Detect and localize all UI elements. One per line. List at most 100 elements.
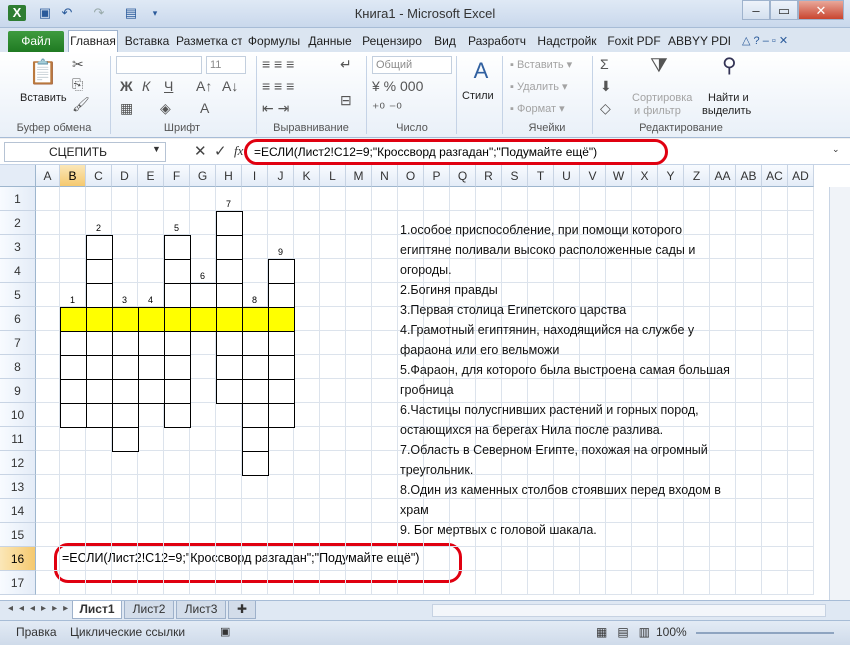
- borders-icon[interactable]: ▦: [120, 100, 133, 116]
- column-header-a[interactable]: A: [36, 165, 60, 187]
- column-header-d[interactable]: D: [112, 165, 138, 187]
- find-select-label-2[interactable]: выделить: [702, 105, 751, 117]
- insert-function-icon[interactable]: fx: [234, 143, 243, 159]
- find-select-label-1[interactable]: Найти и: [708, 92, 749, 104]
- tab-view[interactable]: Вид: [430, 31, 460, 52]
- crossword-cell[interactable]: [138, 331, 165, 356]
- column-header-q[interactable]: Q: [450, 165, 476, 187]
- column-header-s[interactable]: S: [502, 165, 528, 187]
- row-header-15[interactable]: 15: [0, 523, 36, 547]
- column-header-v[interactable]: V: [580, 165, 606, 187]
- tab-page-layout[interactable]: Разметка ст: [176, 31, 242, 52]
- crossword-cell[interactable]: [242, 307, 269, 332]
- column-header-y[interactable]: Y: [658, 165, 684, 187]
- crossword-cell[interactable]: [216, 307, 243, 332]
- format-cells-button[interactable]: ▪ Формат ▾: [510, 102, 565, 115]
- row-header-9[interactable]: 9: [0, 379, 36, 403]
- sort-filter-icon[interactable]: ⧩: [650, 56, 668, 76]
- row-header-4[interactable]: 4: [0, 259, 36, 283]
- crossword-cell[interactable]: [86, 259, 113, 284]
- row-header-16[interactable]: 16: [0, 547, 36, 571]
- column-header-z[interactable]: Z: [684, 165, 710, 187]
- crossword-cell[interactable]: [216, 283, 243, 308]
- crossword-cell[interactable]: [60, 331, 87, 356]
- tab-developer[interactable]: Разработч: [464, 31, 530, 52]
- crossword-cell[interactable]: [164, 379, 191, 404]
- row-header-3[interactable]: 3: [0, 235, 36, 259]
- crossword-cell[interactable]: [190, 283, 217, 308]
- fill-icon[interactable]: ⬇: [600, 78, 612, 94]
- sheet-nav-icons[interactable]: ◂◂◂▸▸▸: [8, 603, 74, 614]
- crossword-cell[interactable]: [242, 403, 269, 428]
- crossword-cell[interactable]: [112, 427, 139, 452]
- row-header-5[interactable]: 5: [0, 283, 36, 307]
- find-binoculars-icon[interactable]: ⚲: [722, 56, 737, 76]
- crossword-cell[interactable]: [190, 307, 217, 332]
- crossword-cell[interactable]: [60, 307, 87, 332]
- name-box[interactable]: СЦЕПИТЬ: [4, 142, 166, 162]
- column-header-j[interactable]: J: [268, 165, 294, 187]
- crossword-cell[interactable]: [60, 403, 87, 428]
- crossword-cell[interactable]: [216, 379, 243, 404]
- column-header-n[interactable]: N: [372, 165, 398, 187]
- column-header-h[interactable]: H: [216, 165, 242, 187]
- column-header-e[interactable]: E: [138, 165, 164, 187]
- column-header-k[interactable]: K: [294, 165, 320, 187]
- crossword-cell[interactable]: [164, 259, 191, 284]
- copy-icon[interactable]: ⎘: [72, 76, 83, 92]
- crossword-cell[interactable]: [164, 331, 191, 356]
- zoom-level[interactable]: 100%: [656, 625, 687, 639]
- column-header-g[interactable]: G: [190, 165, 216, 187]
- indent-icons[interactable]: ⇤ ⇥: [262, 100, 342, 116]
- crossword-cell[interactable]: [216, 211, 243, 236]
- tab-abbyy-pdf[interactable]: ABBYY PDF: [668, 31, 730, 52]
- view-buttons[interactable]: ▦▤▥: [596, 625, 660, 639]
- crossword-cell[interactable]: [164, 235, 191, 260]
- row-header-2[interactable]: 2: [0, 211, 36, 235]
- clear-icon[interactable]: ◇: [600, 100, 611, 116]
- crossword-cell[interactable]: [86, 379, 113, 404]
- column-header-r[interactable]: R: [476, 165, 502, 187]
- paste-icon[interactable]: 📋: [28, 58, 58, 88]
- column-header-x[interactable]: X: [632, 165, 658, 187]
- row-header-13[interactable]: 13: [0, 475, 36, 499]
- crossword-cell[interactable]: [86, 283, 113, 308]
- vertical-scrollbar[interactable]: [829, 187, 850, 600]
- column-header-f[interactable]: F: [164, 165, 190, 187]
- crossword-cell[interactable]: [86, 235, 113, 260]
- bold-button[interactable]: Ж: [120, 78, 133, 94]
- crossword-cell[interactable]: [112, 331, 139, 356]
- font-name-dropdown[interactable]: [116, 56, 202, 74]
- grow-font-icon[interactable]: A↑: [196, 78, 212, 94]
- decimal-icons[interactable]: ⁺⁰ ⁻⁰: [372, 100, 452, 116]
- insert-cells-button[interactable]: ▪ Вставить ▾: [510, 58, 572, 71]
- italic-button[interactable]: К: [142, 78, 150, 94]
- column-header-l[interactable]: L: [320, 165, 346, 187]
- zoom-slider[interactable]: [696, 632, 834, 634]
- sheet-tab-3[interactable]: Лист3: [176, 601, 226, 619]
- crossword-cell[interactable]: [216, 331, 243, 356]
- new-sheet-icon[interactable]: ✚: [228, 601, 256, 619]
- row-header-11[interactable]: 11: [0, 427, 36, 451]
- tab-insert[interactable]: Вставка: [122, 31, 172, 52]
- crossword-cell[interactable]: [112, 355, 139, 380]
- column-header-ab[interactable]: AB: [736, 165, 762, 187]
- crossword-cell[interactable]: [268, 403, 295, 428]
- crossword-cell[interactable]: [242, 451, 269, 476]
- crossword-cell[interactable]: [268, 379, 295, 404]
- crossword-cell[interactable]: [86, 403, 113, 428]
- crossword-cell[interactable]: [60, 355, 87, 380]
- sort-filter-label-2[interactable]: и фильтр: [634, 105, 681, 117]
- vertical-align-icons[interactable]: ≡ ≡ ≡: [262, 56, 342, 72]
- row-header-10[interactable]: 10: [0, 403, 36, 427]
- tab-home[interactable]: Главная: [68, 30, 118, 53]
- maximize-icon[interactable]: ▭: [770, 0, 798, 20]
- format-painter-icon[interactable]: 🖌: [72, 96, 90, 112]
- crossword-cell[interactable]: [86, 307, 113, 332]
- currency-percent-icons[interactable]: ¥ % 000: [372, 78, 452, 94]
- row-header-17[interactable]: 17: [0, 571, 36, 595]
- crossword-cell[interactable]: [242, 355, 269, 380]
- underline-button[interactable]: Ч: [164, 78, 173, 94]
- shrink-font-icon[interactable]: A↓: [222, 78, 238, 94]
- crossword-cell[interactable]: [138, 307, 165, 332]
